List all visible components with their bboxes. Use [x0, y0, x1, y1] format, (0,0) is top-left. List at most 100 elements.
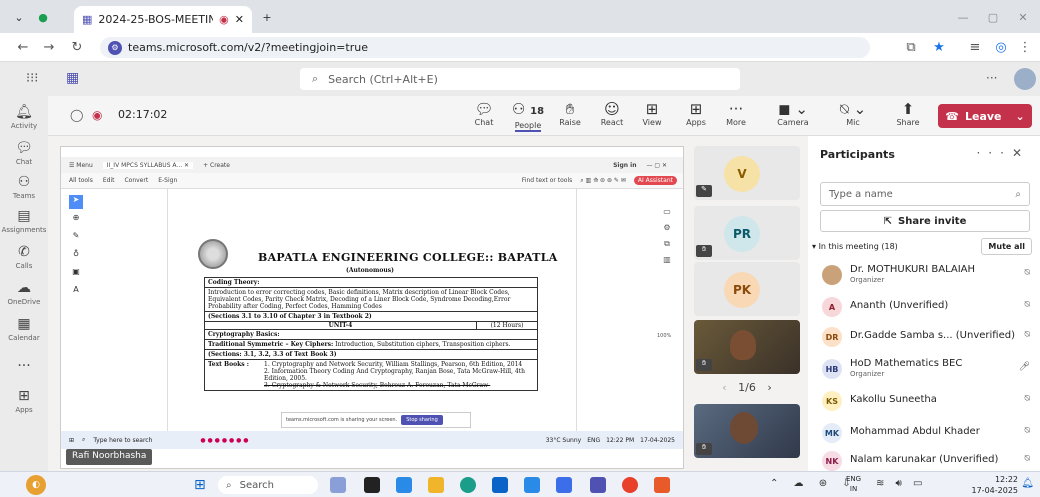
participant-search-input[interactable]: Type a name ⌕ [820, 182, 1030, 206]
avatar: NK [822, 451, 842, 471]
phone-icon: ✆ [18, 244, 30, 260]
video-tile-v[interactable]: V ✎ [694, 146, 800, 200]
tab-group-icon[interactable]: ● [34, 8, 52, 26]
in-meeting-toggle[interactable]: ▾ In this meeting (18) [812, 242, 898, 251]
mic-off-icon: ⍉ [1024, 330, 1030, 340]
phone-hangup-icon: ☎ [945, 109, 959, 123]
chevron-right-icon[interactable]: › [767, 381, 771, 394]
rail-calendar[interactable]: ▦ Calendar [0, 316, 48, 342]
teams-icon: ⚇ [17, 174, 31, 190]
shared-taskbar: ⊞ ⌕ Type here to search ● ● ● ● ● ● ● 33… [61, 431, 683, 449]
browser-tab[interactable]: ▦ 2024-25-BOS-MEETING ON ◉ ✕ [74, 6, 252, 33]
rail-onedrive[interactable]: ☁ OneDrive [0, 280, 48, 306]
bookmark-star-icon[interactable]: ★ [930, 38, 948, 56]
new-tab-icon[interactable]: + [258, 8, 276, 26]
chevron-left-icon[interactable]: ‹ [722, 381, 726, 394]
close-window-icon[interactable]: ✕ [1014, 8, 1032, 26]
reading-list-icon[interactable]: ≡ [966, 38, 984, 56]
video-tile-camera[interactable]: ✋︎ [694, 320, 800, 374]
minimize-icon[interactable]: — [954, 8, 972, 26]
url-field[interactable]: ⚙ teams.microsoft.com/v2/?meetingjoin=tr… [100, 37, 870, 58]
windows-start-icon: ⊞ [69, 436, 75, 444]
teams-search-input[interactable]: ⌕ Search (Ctrl+Alt+E) [300, 68, 740, 90]
edge-icon[interactable] [460, 477, 476, 493]
chrome-icon[interactable] [622, 477, 638, 493]
language-indicator[interactable]: ENG IN [846, 474, 861, 494]
rail-teams[interactable]: ⚇ Teams [0, 174, 48, 200]
tile-pager[interactable]: ‹ 1/6 › [694, 381, 800, 394]
teams-header: ⁝⁝⁝ ▦ ⌕ Search (Ctrl+Alt+E) ··· [0, 62, 1040, 96]
windows-start-icon[interactable]: ⊞ [194, 477, 206, 493]
rail-more[interactable]: ··· [0, 358, 48, 376]
participant-item[interactable]: KS Kakollu Suneetha ⍉ [822, 388, 1034, 414]
ai-assistant-button: AI Assistant [633, 176, 677, 185]
restore-icon[interactable]: ▢ [984, 8, 1002, 26]
assignments-icon: ▤ [17, 208, 31, 224]
shield-icon: ◯ [70, 108, 84, 122]
participant-item[interactable]: A Ananth (Unverified) ⍉ [822, 294, 1034, 320]
rail-chat[interactable]: 💬︎ Chat [0, 140, 48, 166]
site-info-icon[interactable]: ⚙ [108, 40, 122, 55]
raise-hand-button[interactable]: ✋︎ Raise [552, 100, 588, 127]
more-options-icon[interactable]: ··· [986, 71, 997, 85]
forward-icon[interactable]: → [40, 38, 58, 56]
mute-all-button[interactable]: Mute all [981, 238, 1032, 255]
more-options-icon[interactable]: ··· [976, 146, 1011, 160]
network-volume-battery-icons[interactable]: ≋ 🔊︎ ▭ [876, 478, 927, 489]
close-icon[interactable]: ✕ [1012, 146, 1030, 160]
participant-item[interactable]: Dr. MOTHUKURI BALAIAH Organizer ⍉ [822, 262, 1034, 288]
more-button[interactable]: ··· More [718, 100, 754, 127]
mic-off-icon: ⍉ [1024, 454, 1030, 464]
rail-calls[interactable]: ✆ Calls [0, 244, 48, 270]
widgets-icon[interactable] [330, 477, 346, 493]
photos-icon[interactable] [556, 477, 572, 493]
system-tray-icons[interactable]: ⌃ ☁ ⊛ ⇩ [770, 478, 857, 489]
rail-assignments[interactable]: ▤ Assignments [0, 208, 48, 234]
share-invite-button[interactable]: ⇱ Share invite [820, 210, 1030, 232]
camera-button[interactable]: ◼︎ ⌄ Camera [772, 100, 814, 127]
chat-icon: 💬︎ [474, 100, 494, 118]
user-avatar[interactable] [1014, 68, 1036, 90]
acrobat-icon[interactable] [654, 477, 670, 493]
meeting-toolbar: ◯ ◉ 02:17:02 💬︎ Chat ⚇ 18 People ✋︎ Raise ☺… [48, 96, 1040, 136]
react-button[interactable]: ☺ React [594, 100, 630, 127]
share-button[interactable]: ⬆ Share [890, 100, 926, 127]
browser-app-icon[interactable] [396, 477, 412, 493]
leave-button[interactable]: ☎ Leave ⌄ [938, 104, 1032, 128]
reload-icon[interactable]: ↻ [68, 38, 86, 56]
app-launcher-icon[interactable]: ⁝⁝⁝ [26, 71, 38, 86]
taskbar-clock[interactable]: 12:22 17-04-2025 [972, 474, 1019, 496]
notification-bell-icon[interactable]: 🔔︎ [1021, 478, 1034, 489]
store-icon[interactable] [492, 477, 508, 493]
profile-icon[interactable]: ◎ [992, 38, 1010, 56]
chat-button[interactable]: 💬︎ Chat [466, 100, 502, 127]
zoom-level: 100% [657, 333, 672, 339]
weather-widget-icon[interactable]: ◐ [26, 475, 46, 495]
view-button[interactable]: ⊞ View [634, 100, 670, 127]
menu-icon[interactable]: ⋮ [1016, 38, 1034, 56]
people-button[interactable]: ⚇ 18 People [506, 100, 550, 132]
participant-item[interactable]: DR Dr.Gadde Samba s... (Unverified) ⍉ [822, 324, 1034, 350]
close-tab-icon[interactable]: ✕ [235, 13, 244, 26]
participant-item[interactable]: MK Mohammad Abdul Khader ⍉ [822, 420, 1034, 446]
participant-item[interactable]: HB HoD Mathematics BEC Organizer 🎤︎ [822, 356, 1034, 382]
cast-icon[interactable]: ⧉ [902, 38, 920, 56]
hand-icon: ✋︎ [565, 100, 575, 118]
rail-apps[interactable]: ⊞ Apps [0, 388, 48, 414]
teams-app-icon[interactable] [590, 477, 606, 493]
video-tile-camera-2[interactable]: ✋︎ [694, 404, 800, 458]
search-icon: ⌕ [312, 72, 319, 85]
search-icon: ⌕ [226, 479, 232, 491]
apps-button[interactable]: ⊞ Apps [678, 100, 714, 127]
rail-activity[interactable]: 🔔︎ Activity [0, 104, 48, 130]
video-tile-pr[interactable]: PR ✋︎ [694, 206, 800, 260]
back-icon[interactable]: ← [14, 38, 32, 56]
cloud-icon: ☁ [17, 280, 31, 296]
mail-icon[interactable] [524, 477, 540, 493]
taskbar-search[interactable]: ⌕ Search [218, 476, 318, 494]
mic-button[interactable]: ⍉ ⌄ Mic [832, 100, 874, 127]
video-tile-pk[interactable]: PK [694, 262, 800, 316]
file-explorer-icon[interactable] [428, 477, 444, 493]
task-view-icon[interactable] [364, 477, 380, 493]
tab-search-icon[interactable]: ⌄ [10, 8, 28, 26]
